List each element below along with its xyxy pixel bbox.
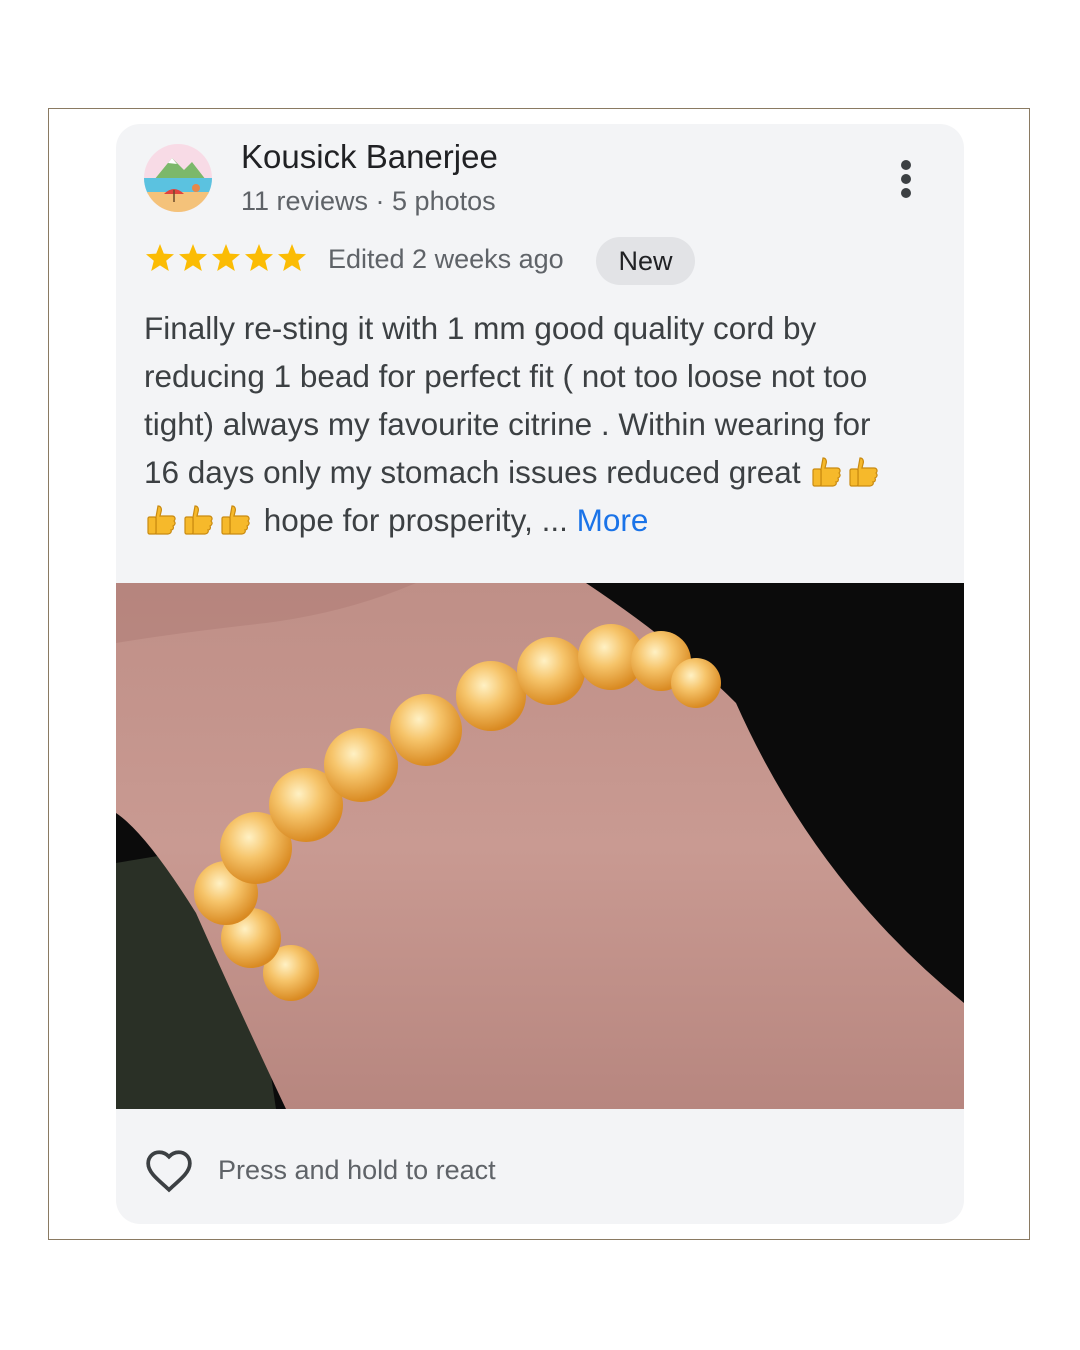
review-text-line: tight) always my favourite citrine . Wit…: [144, 406, 871, 442]
review-text-line: reducing 1 bead for perfect fit ( not to…: [144, 358, 868, 394]
thumbs-up-emoji-icon: [221, 505, 250, 535]
edited-timestamp: Edited 2 weeks ago: [328, 244, 564, 274]
react-button[interactable]: Press and hold to react: [144, 1144, 496, 1196]
thumbs-up-emoji-icon: [812, 457, 842, 487]
author-name[interactable]: Kousick Banerjee: [241, 138, 498, 176]
thumbs-up-emoji-icon: [147, 505, 176, 535]
avatar[interactable]: [144, 144, 212, 212]
star-icon: [146, 244, 174, 271]
star-icon: [179, 244, 207, 271]
react-label: Press and hold to react: [218, 1154, 496, 1185]
thumbs-up-group: [809, 454, 883, 490]
review-card: Kousick Banerjee 11 reviews · 5 photos E…: [116, 124, 964, 1224]
review-text-last: hope for prosperity, ...: [263, 502, 568, 538]
star-icon: [278, 244, 306, 271]
review-text-line: Finally re-sting it with 1 mm good quali…: [144, 310, 817, 346]
thumbs-up-group: [144, 502, 255, 538]
new-badge: New: [596, 237, 695, 285]
review-text-line-5: hope for prosperity, ... More: [144, 496, 944, 544]
more-link[interactable]: More: [577, 502, 649, 538]
author-meta: 11 reviews · 5 photos: [241, 186, 496, 216]
heart-outline-icon: [146, 1150, 192, 1193]
star-icon: [245, 244, 273, 271]
thumbs-up-emoji-icon: [184, 505, 213, 535]
review-photo[interactable]: [116, 583, 964, 1109]
review-text-line-4: 16 days only my stomach issues reduced g…: [144, 448, 944, 496]
more-vert-icon[interactable]: [890, 154, 922, 204]
review-text: Finally re-sting it with 1 mm good quali…: [144, 304, 944, 544]
landscape-avatar-icon: [144, 144, 212, 212]
review-text-line: 16 days only my stomach issues reduced g…: [144, 454, 801, 490]
star-icon: [212, 244, 240, 271]
star-rating: [146, 244, 306, 271]
thumbs-up-emoji-icon: [849, 457, 879, 487]
